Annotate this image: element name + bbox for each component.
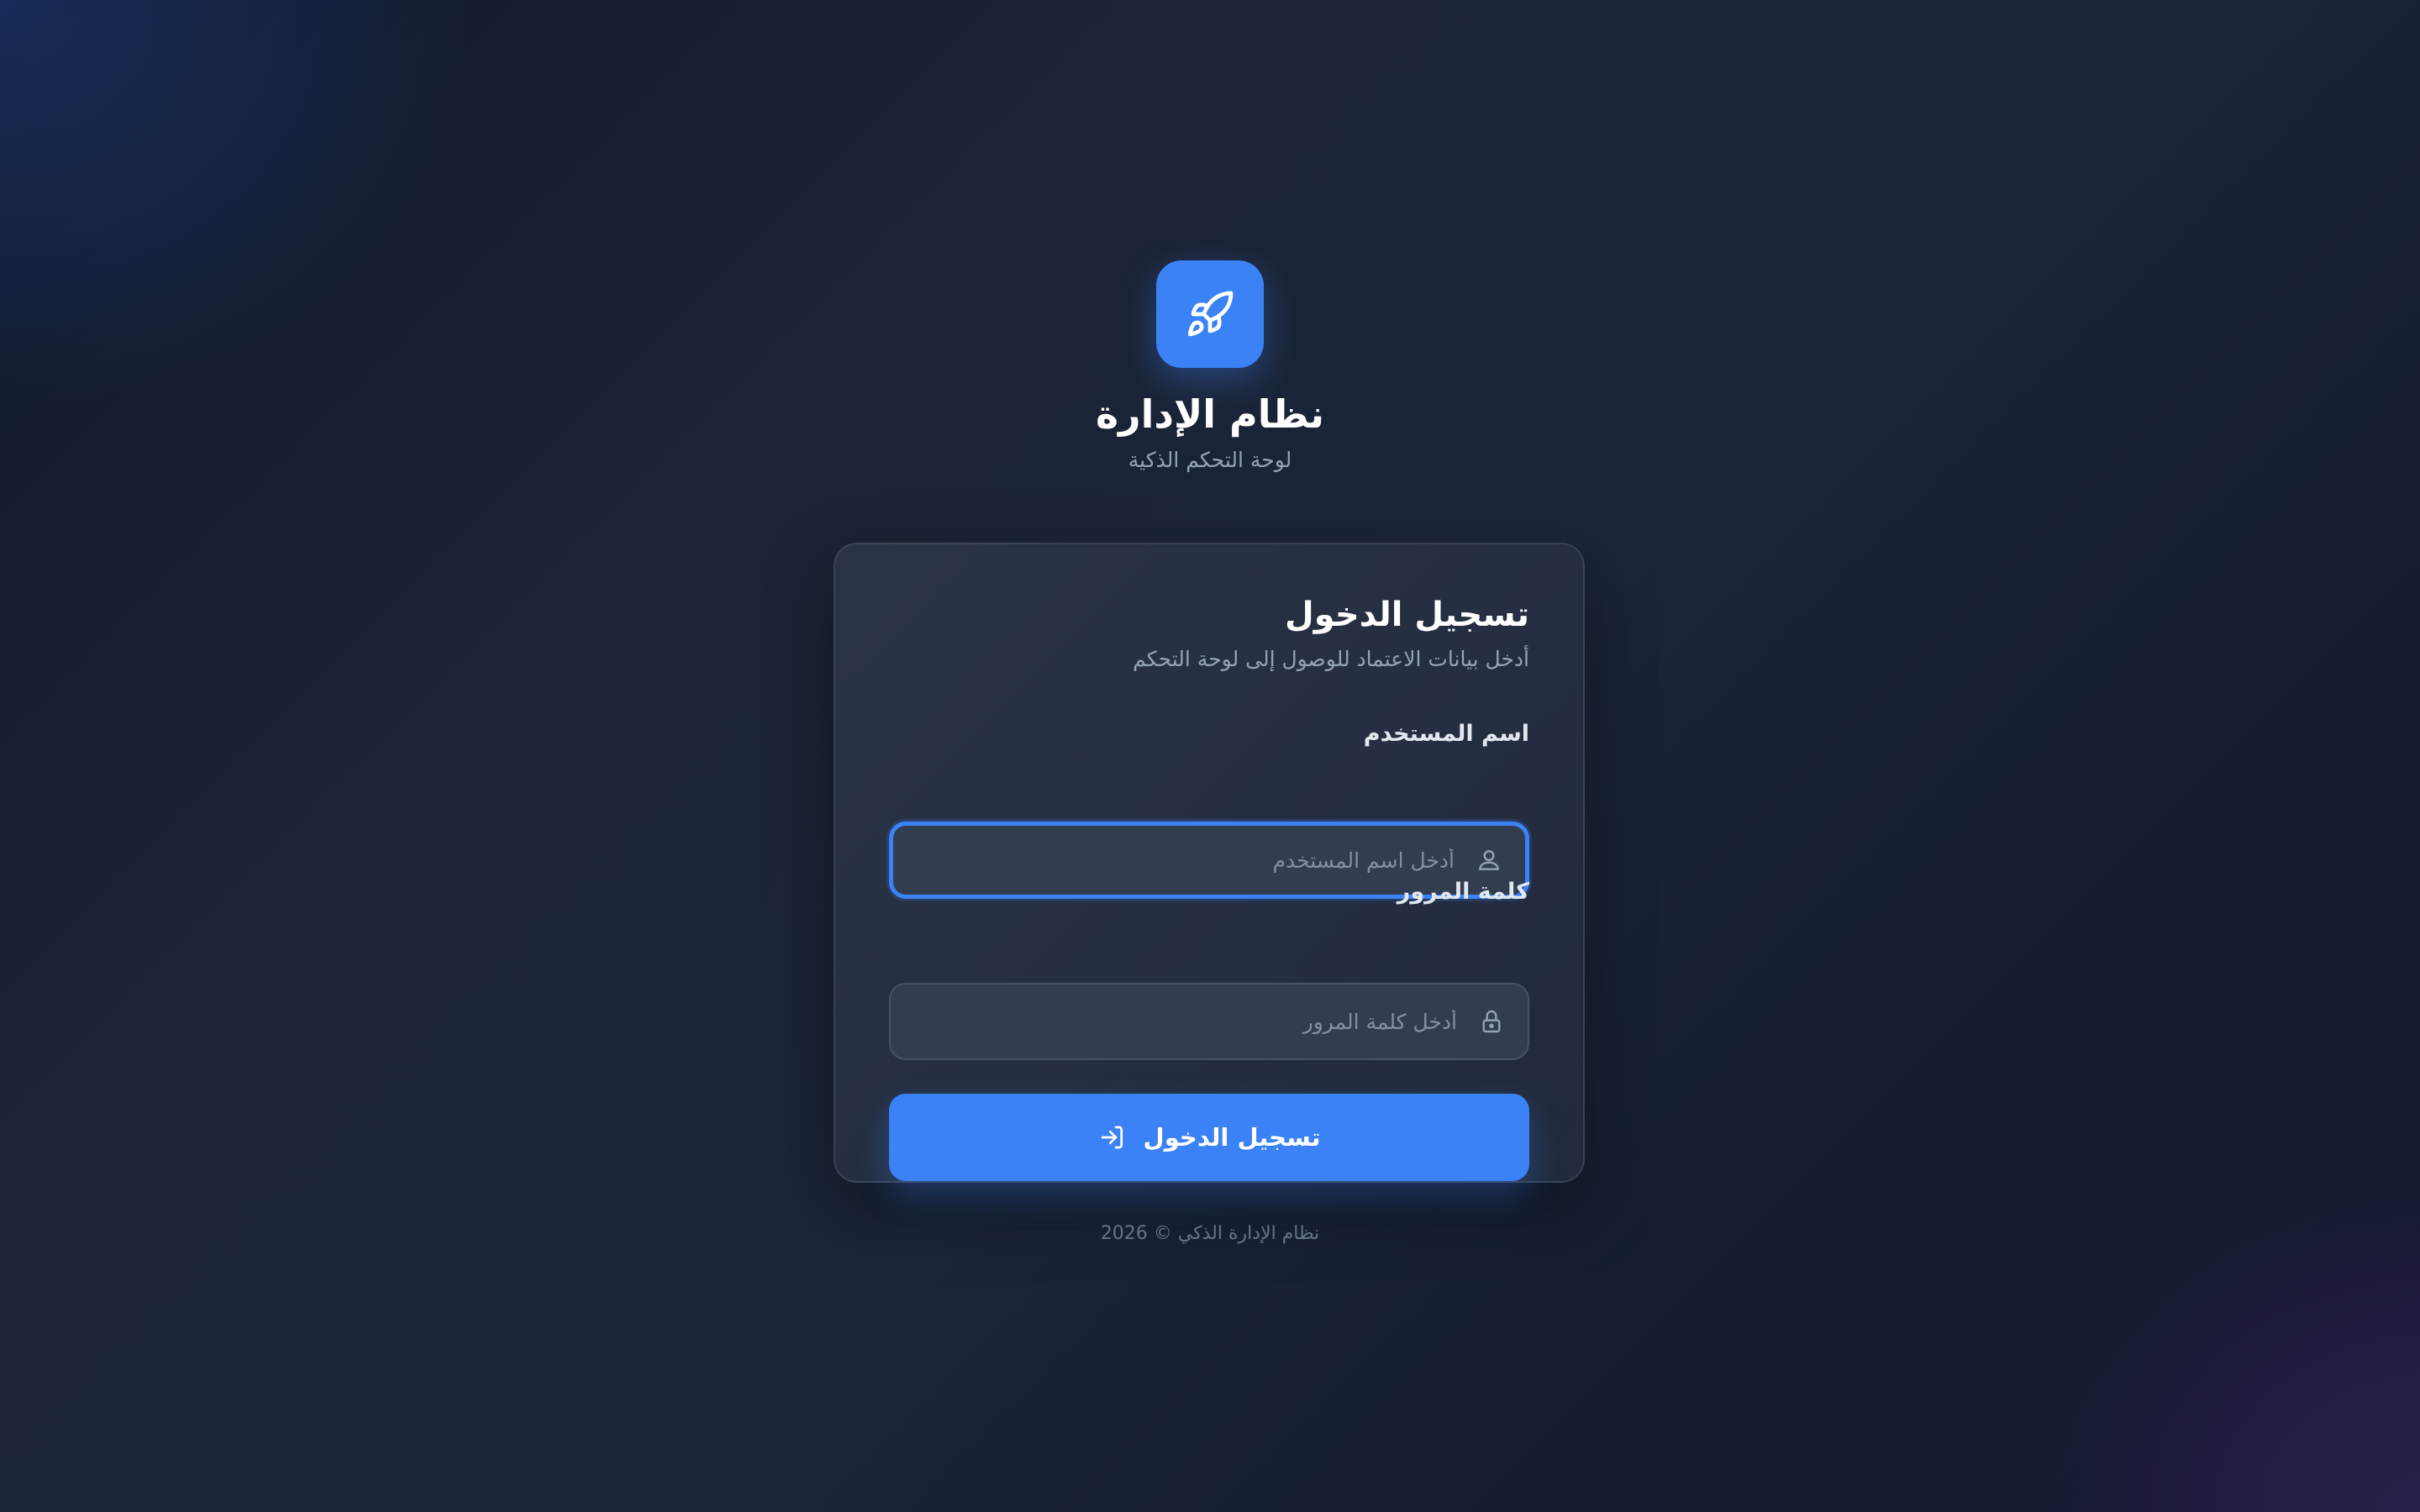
app-title: نظام الإدارة: [1095, 391, 1325, 437]
login-button[interactable]: تسجيل الدخول: [889, 1094, 1529, 1181]
password-label: كلمة المرور: [1397, 879, 1529, 905]
login-title: تسجيل الدخول: [1285, 596, 1529, 634]
password-field[interactable]: [889, 983, 1529, 1060]
login-button-label: تسجيل الدخول: [1143, 1123, 1321, 1152]
password-input[interactable]: [914, 984, 1459, 1058]
login-form: تسجيل الدخول أدخل بيانات الاعتماد للوصول…: [889, 595, 1529, 1181]
login-description: أدخل بيانات الاعتماد للوصول إلى لوحة الت…: [1133, 647, 1529, 671]
footer-copyright: نظام الإدارة الذكي © 2026: [1100, 1223, 1320, 1244]
rocket-icon: [1187, 291, 1234, 337]
brand-header: نظام الإدارة لوحة التحكم الذكية: [0, 260, 2420, 472]
lock-icon: [1477, 1007, 1506, 1036]
app-logo: [1156, 260, 1264, 368]
login-icon: [1098, 1123, 1127, 1152]
app-subtitle: لوحة التحكم الذكية: [1128, 448, 1292, 473]
user-icon: [1475, 846, 1503, 874]
username-label: اسم المستخدم: [1363, 721, 1529, 747]
username-input[interactable]: [917, 826, 1456, 895]
login-card: تسجيل الدخول أدخل بيانات الاعتماد للوصول…: [834, 543, 1585, 1183]
